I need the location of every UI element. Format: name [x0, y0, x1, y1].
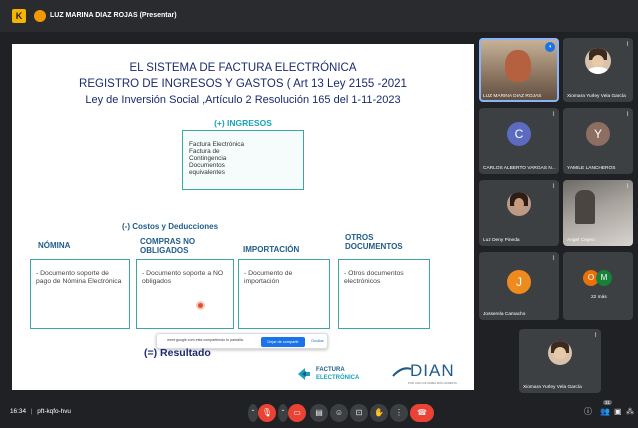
- more-options-button[interactable]: ⋮: [390, 404, 408, 422]
- slide-title-line1: EL SISTEMA DE FACTURA ELECTRÓNICA: [129, 62, 357, 74]
- camera-toggle-button[interactable]: ▭: [288, 404, 306, 422]
- people-icon[interactable]: 👥: [600, 407, 610, 417]
- participant-tile[interactable]: ⌇ Xiomara Yurley Vela García: [519, 329, 601, 393]
- ingresos-item: Documentos: [189, 162, 225, 169]
- compras-heading: COMPRAS NO OBLIGADOS: [140, 237, 196, 255]
- factura-arrow-icon: [298, 368, 310, 380]
- speaking-icon: ◖: [545, 42, 555, 52]
- participant-name: CARLOS ALBERTO VARGAS N...: [483, 166, 556, 171]
- slide-title-line2: REGISTRO DE INGRESOS Y GASTOS ( Art 13 L…: [79, 78, 407, 90]
- chat-icon[interactable]: ▣: [614, 407, 622, 417]
- slide-title-line3: Ley de Inversión Social ,Artículo 2 Reso…: [85, 94, 401, 106]
- importacion-heading: IMPORTACIÓN: [243, 245, 300, 254]
- participant-name: Angel Cepeo: [567, 238, 595, 243]
- participant-avatar: J: [507, 270, 531, 294]
- participant-name: LUZ MARINA DIAZ ROJAS: [483, 94, 542, 99]
- dian-logo-tagline: POR UNA COLOMBIA MÁS HONESTA: [408, 381, 457, 385]
- ingresos-item: Contingencia: [189, 155, 227, 162]
- participant-tile[interactable]: ⌇ Xiomara Yurley Vela García: [563, 38, 633, 102]
- mic-toggle-button[interactable]: 🎙: [258, 404, 276, 422]
- clock: 16:34: [10, 408, 26, 415]
- participant-photo: [585, 48, 611, 74]
- participant-name: YAMILE LANCHEROS: [567, 166, 616, 171]
- participant-tile[interactable]: ◖ LUZ MARINA DIAZ ROJAS: [479, 38, 559, 102]
- costos-heading: (-) Costos y Deducciones: [122, 222, 219, 231]
- factura-logo-line1: FACTURA: [316, 367, 345, 373]
- mic-off-icon: ⌇: [552, 112, 555, 118]
- importacion-box: - Documento de importación: [238, 259, 330, 329]
- participant-tile[interactable]: Y ⌇ YAMILE LANCHEROS: [563, 108, 633, 174]
- bottom-bar: 16:34 | pft-kqfo-hvu ⌃ 🎙 ⌃ ▭ ▤ ☺ ⊡ ✋ ⋮ ☎…: [0, 398, 638, 428]
- meeting-code: pft-kqfo-hvu: [37, 408, 71, 415]
- stop-sharing-button[interactable]: Dejar de compartir: [261, 337, 305, 347]
- ingresos-item: Factura de: [189, 148, 220, 155]
- dian-logo: DIAN POR UNA COLOMBIA MÁS HONESTA: [392, 362, 468, 386]
- mic-off-icon: ⌇: [626, 184, 629, 190]
- meeting-info: 16:34 | pft-kqfo-hvu: [10, 408, 71, 415]
- participant-avatar: C: [507, 122, 531, 146]
- people-count-badge: 31: [603, 400, 613, 405]
- compras-box: - Documento soporte a NO obligados: [136, 259, 234, 329]
- captions-button[interactable]: ▤: [310, 404, 328, 422]
- dian-logo-text: DIAN: [410, 361, 455, 380]
- resultado-heading: (=) Resultado: [144, 347, 211, 359]
- ingresos-item: equivalentes: [189, 169, 225, 176]
- participant-name: Xiomara Yurley Vela García: [567, 94, 626, 99]
- participant-name: Josserela Camacho: [483, 312, 526, 317]
- participant-tile[interactable]: C ⌇ CARLOS ALBERTO VARGAS N...: [479, 108, 559, 174]
- participant-photo: [507, 192, 531, 216]
- presenter-label: LUZ MARINA DIAZ ROJAS (Presentar): [50, 12, 177, 19]
- top-bar: K LUZ MARINA DIAZ ROJAS (Presentar): [0, 0, 638, 32]
- factura-electronica-logo: FACTURA ELECTRÓNICA: [296, 364, 380, 384]
- participant-avatar: M: [596, 270, 612, 286]
- participant-avatar: Y: [586, 122, 610, 146]
- separator: |: [30, 408, 33, 415]
- ingresos-box: Factura Electrónica Factura de Contingen…: [182, 130, 304, 190]
- pointer-dot: [198, 303, 203, 308]
- participant-photo: [548, 341, 572, 365]
- mic-off-icon: ⌇: [552, 256, 555, 262]
- hide-button[interactable]: Ocultar: [311, 338, 324, 343]
- raise-hand-button[interactable]: ✋: [370, 404, 388, 422]
- ingresos-heading: (+) INGRESOS: [214, 118, 272, 128]
- ingresos-item: Factura Electrónica: [189, 141, 245, 148]
- dian-swoosh-icon: [392, 367, 412, 377]
- more-participants-tile[interactable]: O M 22 más: [563, 252, 633, 320]
- end-call-button[interactable]: ☎: [410, 404, 434, 422]
- participant-tile[interactable]: ⌇ Angel Cepeo: [563, 180, 633, 246]
- participant-video: [563, 180, 633, 246]
- info-icon[interactable]: ⓘ: [584, 407, 592, 417]
- participant-video-person: [575, 190, 595, 224]
- otros-heading: OTROS DOCUMENTOS: [345, 233, 403, 251]
- mic-off-icon: ⌇: [626, 112, 629, 118]
- participant-tile[interactable]: ⌇ Luz Deny Pineda: [479, 180, 559, 246]
- emoji-button[interactable]: ☺: [330, 404, 348, 422]
- otros-box: - Otros documentos electrónicos: [338, 259, 430, 329]
- mic-off-icon: ⌇: [626, 42, 629, 48]
- more-count: 22 más: [591, 295, 607, 300]
- participant-tile[interactable]: J ⌇ Josserela Camacho: [479, 252, 559, 320]
- participant-name: Xiomara Yurley Vela García: [523, 385, 582, 390]
- app-logo: K: [12, 9, 26, 23]
- mic-options-chevron-icon[interactable]: ⌃: [248, 404, 258, 422]
- nomina-box: - Documento soporte de pago de Nómina El…: [30, 259, 130, 329]
- camera-options-chevron-icon[interactable]: ⌃: [278, 404, 288, 422]
- nomina-heading: NÓMINA: [38, 241, 71, 250]
- activities-icon[interactable]: ⁂: [626, 407, 634, 417]
- shared-screen: EL SISTEMA DE FACTURA ELECTRÓNICA REGIST…: [12, 44, 474, 390]
- factura-logo-line2: ELECTRÓNICA: [316, 375, 360, 381]
- participant-name: Luz Deny Pineda: [483, 238, 520, 243]
- mic-off-icon: ⌇: [594, 333, 597, 339]
- mic-off-icon: ⌇: [552, 184, 555, 190]
- share-message: meet.google.com está compartiendo tu pan…: [167, 338, 244, 342]
- present-button[interactable]: ⊡: [350, 404, 368, 422]
- presenter-avatar: [34, 10, 46, 22]
